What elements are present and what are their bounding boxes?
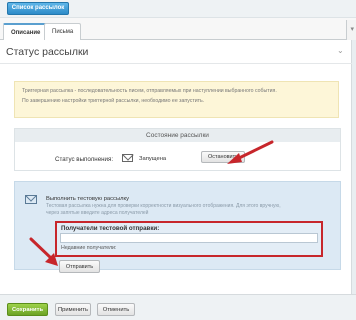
tab-description[interactable]: Описание — [3, 23, 49, 41]
status-value: Запущена — [139, 156, 167, 162]
test-title: Выполнить тестовую рассылку — [46, 196, 130, 202]
apply-button[interactable]: Применить — [55, 303, 91, 316]
cancel-button[interactable]: Отменить — [97, 303, 135, 316]
info-note: Триггерная рассылка - последовательность… — [14, 81, 339, 118]
tab-bar: Описание Письма — [0, 18, 356, 41]
envelope-icon — [122, 154, 133, 162]
divider — [0, 63, 352, 64]
state-header: Состояние рассылки — [15, 129, 340, 142]
chevron-down-icon[interactable]: ▾ — [350, 25, 354, 33]
footer-bar: Сохранить Применить Отменить — [0, 294, 356, 320]
tab-letters[interactable]: Письма — [44, 23, 82, 40]
note-line-2: По завершению настройки триггерной рассы… — [22, 98, 205, 104]
recent-recipients-label: Недавние получатели: — [61, 245, 117, 251]
collapse-chevron-icon[interactable]: ⌄ — [337, 47, 345, 55]
send-button[interactable]: Отправить — [59, 260, 100, 273]
state-panel: Состояние рассылки Статус выполнения: За… — [14, 128, 341, 171]
mailing-list-button[interactable]: Список рассылок — [7, 2, 69, 15]
save-button[interactable]: Сохранить — [7, 303, 48, 316]
stop-button[interactable]: Остановить — [201, 151, 245, 163]
recipients-label: Получатели тестовой отправки: — [61, 225, 160, 232]
section-title: Статус рассылки — [6, 46, 89, 58]
envelope-icon — [25, 195, 37, 204]
note-line-1: Триггерная рассылка - последовательность… — [22, 88, 277, 94]
top-toolbar: Список рассылок — [0, 0, 356, 18]
recipients-input[interactable] — [60, 233, 318, 243]
status-label: Статус выполнения: — [55, 156, 114, 163]
test-description: Тестовая рассылка нужна для проверки кор… — [46, 203, 281, 216]
